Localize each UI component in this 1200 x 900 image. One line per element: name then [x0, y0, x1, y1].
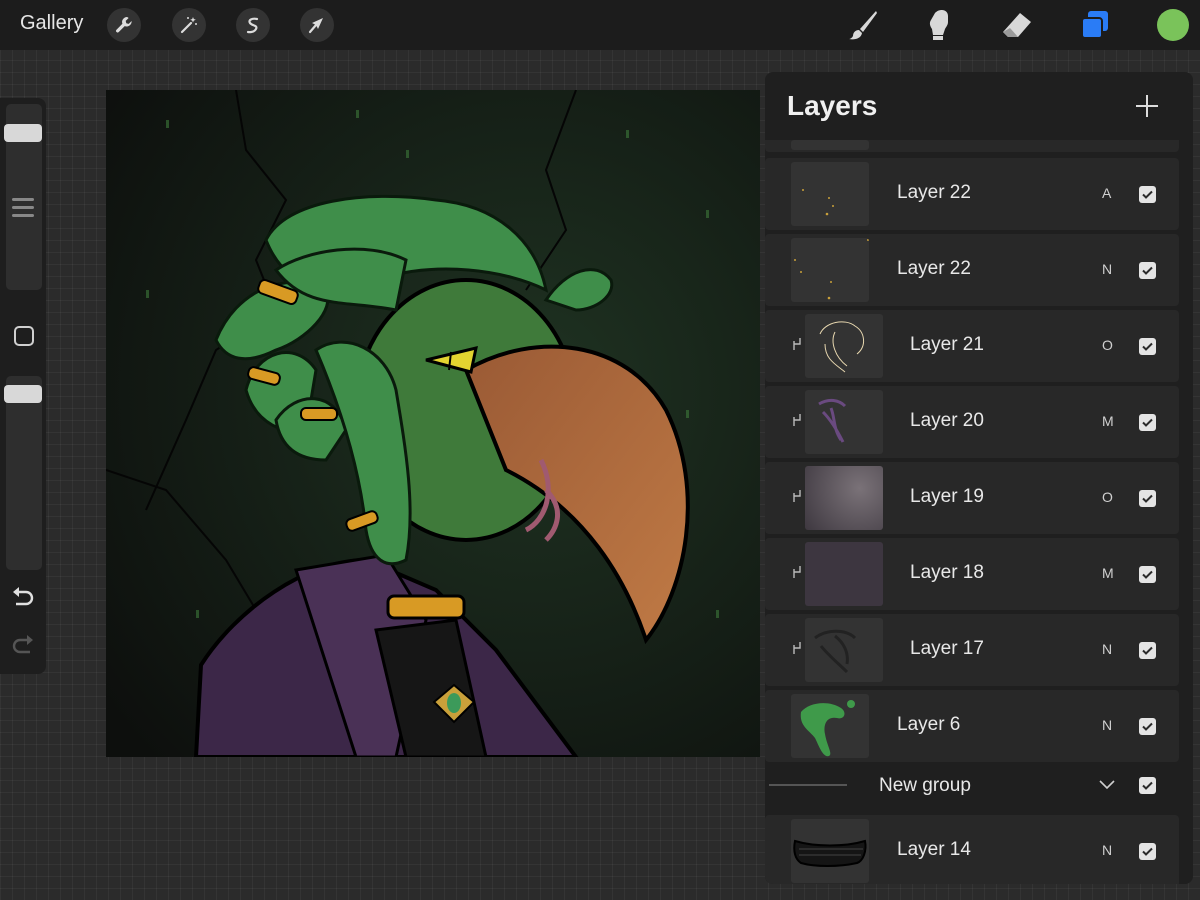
- layers-panel: Layers Layer 22 A Layer 22 N Layer 21 O …: [765, 72, 1193, 884]
- visibility-checkbox[interactable]: [1139, 566, 1156, 583]
- transform-arrow-icon[interactable]: [300, 8, 334, 42]
- top-toolbar: Gallery: [0, 0, 1200, 50]
- layer-thumbnail: [805, 542, 883, 606]
- eraser-icon[interactable]: [997, 6, 1037, 44]
- layer-row[interactable]: Layer 14 N: [765, 815, 1179, 884]
- group-name: New group: [879, 775, 971, 796]
- layer-name: Layer 18: [910, 562, 984, 583]
- artwork-image: [106, 90, 760, 757]
- layer-row[interactable]: Layer 17 N: [765, 614, 1179, 686]
- layer-row[interactable]: Layer 18 M: [765, 538, 1179, 610]
- layer-thumbnail: [805, 618, 883, 682]
- blend-mode-button[interactable]: N: [1102, 641, 1112, 657]
- clipping-mask-arrow-icon: [793, 566, 801, 578]
- layer-thumbnail: [805, 466, 883, 530]
- actions-wrench-icon[interactable]: [107, 8, 141, 42]
- color-picker-swatch[interactable]: [1157, 9, 1189, 41]
- layer-name: Layer 21: [910, 334, 984, 355]
- visibility-checkbox[interactable]: [1139, 718, 1156, 735]
- left-sidebar: [0, 98, 46, 674]
- chevron-down-icon[interactable]: [1098, 778, 1116, 792]
- smudge-icon[interactable]: [920, 6, 960, 44]
- layer-row[interactable]: Layer 21 O: [765, 310, 1179, 382]
- clipping-mask-arrow-icon: [793, 642, 801, 654]
- visibility-checkbox[interactable]: [1139, 262, 1156, 279]
- layer-row[interactable]: Layer 20 M: [765, 386, 1179, 458]
- layer-thumbnail: [805, 314, 883, 378]
- blend-mode-button[interactable]: N: [1102, 261, 1112, 277]
- undo-icon[interactable]: [10, 586, 36, 610]
- blend-mode-button[interactable]: A: [1102, 185, 1111, 201]
- visibility-checkbox[interactable]: [1139, 843, 1156, 860]
- opacity-handle[interactable]: [4, 385, 42, 403]
- layer-thumbnail: [791, 140, 869, 150]
- layer-row[interactable]: Layer 19 O: [765, 462, 1179, 534]
- clipping-mask-arrow-icon: [793, 338, 801, 350]
- layer-thumbnail: [791, 238, 869, 302]
- clipping-mask-arrow-icon: [793, 490, 801, 502]
- modify-button[interactable]: [14, 326, 34, 346]
- layer-group-row[interactable]: New group: [765, 764, 1179, 816]
- layer-thumbnail: [805, 390, 883, 454]
- canvas-artwork[interactable]: [106, 90, 760, 757]
- brush-icon[interactable]: [843, 6, 883, 44]
- layer-name: Layer 22: [897, 258, 971, 279]
- layer-thumbnail: [791, 694, 869, 758]
- layers-panel-title: Layers: [787, 90, 878, 121]
- group-divider: [769, 784, 847, 786]
- brush-size-handle[interactable]: [4, 124, 42, 142]
- opacity-slider[interactable]: [4, 376, 42, 570]
- layer-name: Layer 14: [897, 839, 971, 860]
- visibility-checkbox[interactable]: [1139, 186, 1156, 203]
- layer-thumbnail: [791, 162, 869, 226]
- redo-icon[interactable]: [10, 634, 36, 658]
- layer-thumbnail: [791, 819, 869, 883]
- layer-name: Layer 17: [910, 638, 984, 659]
- group-visibility-checkbox[interactable]: [1139, 777, 1156, 794]
- blend-mode-button[interactable]: O: [1102, 489, 1113, 505]
- visibility-checkbox[interactable]: [1139, 338, 1156, 355]
- selection-icon[interactable]: [236, 8, 270, 42]
- layer-row[interactable]: Layer 22 N: [765, 234, 1179, 306]
- layer-name: Layer 20: [910, 410, 984, 431]
- brush-size-slider[interactable]: [4, 104, 42, 290]
- visibility-checkbox[interactable]: [1139, 490, 1156, 507]
- add-layer-plus-icon[interactable]: [1133, 92, 1161, 120]
- layer-name: Layer 6: [897, 714, 961, 735]
- visibility-checkbox[interactable]: [1139, 642, 1156, 659]
- gallery-button[interactable]: Gallery: [20, 12, 83, 35]
- blend-mode-button[interactable]: N: [1102, 717, 1112, 733]
- layer-row[interactable]: Layer 22 A: [765, 158, 1179, 230]
- blend-mode-button[interactable]: N: [1102, 842, 1112, 858]
- layer-row[interactable]: Layer 6 N: [765, 690, 1179, 762]
- layers-icon[interactable]: [1075, 6, 1115, 44]
- adjustments-magic-wand-icon[interactable]: [172, 8, 206, 42]
- visibility-checkbox[interactable]: [1139, 414, 1156, 431]
- blend-mode-button[interactable]: O: [1102, 337, 1113, 353]
- blend-mode-button[interactable]: M: [1102, 565, 1114, 581]
- blend-mode-button[interactable]: M: [1102, 413, 1114, 429]
- size-indicator: [12, 198, 34, 222]
- clipping-mask-arrow-icon: [793, 414, 801, 426]
- layer-name: Layer 19: [910, 486, 984, 507]
- layer-name: Layer 22: [897, 182, 971, 203]
- layer-row-partial[interactable]: [765, 140, 1179, 152]
